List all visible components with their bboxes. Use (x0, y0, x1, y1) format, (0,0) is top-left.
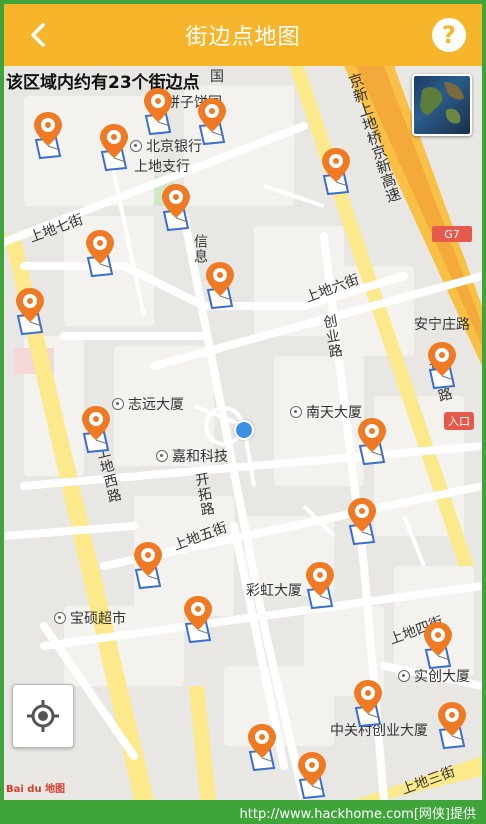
street-point-marker[interactable] (302, 560, 338, 612)
map-pin-icon (86, 230, 114, 278)
help-button[interactable]: ? (432, 18, 466, 52)
street-point-marker[interactable] (350, 678, 386, 730)
company-icon (156, 450, 168, 462)
poi-bank[interactable]: 北京银行 (130, 136, 202, 156)
map-pin-icon (100, 124, 128, 172)
street-point-marker[interactable] (434, 700, 470, 752)
map-pin-icon (354, 680, 382, 728)
street-point-marker[interactable] (30, 110, 66, 162)
street-point-marker[interactable] (12, 286, 48, 338)
street-point-marker[interactable] (96, 122, 132, 174)
poi-zhiyuan[interactable]: 志远大厦 (112, 394, 184, 414)
map-pin-icon (248, 724, 276, 772)
poi-zhiyuan-label: 志远大厦 (128, 397, 184, 413)
poi-bank-branch: 上地支行 (134, 156, 190, 176)
locate-me-button[interactable] (12, 684, 74, 748)
street-point-marker[interactable] (78, 404, 114, 456)
crosshair-icon (27, 700, 59, 732)
street-point-marker[interactable] (344, 496, 380, 548)
poi-caihong[interactable]: 彩虹大厦 (246, 580, 302, 600)
poi-baoshuo[interactable]: 宝硕超市 (54, 608, 126, 628)
g7-badge: G7 (432, 226, 472, 242)
road-label-anning: 安宁庄路 (414, 317, 470, 333)
page-title: 街边点地图 (185, 25, 301, 50)
baidu-map-logo: Bai du 地图 (6, 784, 66, 795)
poi-baoshuo-label: 宝硕超市 (70, 611, 126, 627)
user-location-dot (234, 420, 254, 440)
poi-jiahe[interactable]: 嘉和科技 (156, 446, 228, 466)
street-point-marker[interactable] (202, 260, 238, 312)
street-point-marker[interactable] (294, 750, 330, 800)
street-point-marker[interactable] (420, 620, 456, 672)
poi-nantian[interactable]: 南天大厦 (290, 402, 362, 422)
street-point-marker[interactable] (140, 86, 176, 138)
building-icon (398, 670, 410, 682)
map-pin-icon (438, 702, 466, 750)
poi-top-a-label: 国 (210, 69, 224, 85)
watermark-text: http://www.hackhome.com[网侠]提供 (239, 806, 476, 822)
map-pin-icon (424, 622, 452, 670)
building-icon (290, 406, 302, 418)
satellite-toggle-button[interactable] (412, 74, 472, 136)
map-view[interactable]: 该区域内约有23个街边点 上地七街 上地六街 上地五街 上地四街 上地三街 信息… (4, 66, 482, 800)
map-pin-icon (198, 98, 226, 146)
map-pin-icon (184, 596, 212, 644)
map-pin-icon (358, 418, 386, 466)
map-pin-icon (34, 112, 62, 160)
street-point-marker[interactable] (194, 96, 230, 148)
map-pin-icon (16, 288, 44, 336)
street-point-marker[interactable] (158, 182, 194, 234)
street-point-marker[interactable] (82, 228, 118, 280)
map-pin-icon (134, 542, 162, 590)
map-pin-icon (428, 342, 456, 390)
map-pin-icon (306, 562, 334, 610)
map-pin-icon (144, 88, 172, 136)
poi-bank-branch-label: 上地支行 (134, 159, 190, 175)
poi-jiahe-label: 嘉和科技 (172, 449, 228, 465)
watermark-footer: http://www.hackhome.com[网侠]提供 (0, 800, 486, 824)
app-header: 街边点地图 ? (4, 4, 482, 66)
map-pin-icon (348, 498, 376, 546)
street-point-marker[interactable] (424, 340, 460, 392)
street-point-marker[interactable] (318, 146, 354, 198)
globe-icon (420, 82, 464, 124)
exit-badge: 入口 (444, 412, 474, 430)
street-point-marker[interactable] (130, 540, 166, 592)
shop-icon (54, 612, 66, 624)
poi-top-a: 国 (210, 66, 224, 86)
street-point-marker[interactable] (354, 416, 390, 468)
map-pin-icon (206, 262, 234, 310)
street-point-marker[interactable] (244, 722, 280, 774)
frame-right (482, 0, 486, 800)
street-point-marker[interactable] (180, 594, 216, 646)
poi-caihong-label: 彩虹大厦 (246, 583, 302, 599)
map-pin-icon (322, 148, 350, 196)
map-pin-icon (162, 184, 190, 232)
map-pin-icon (82, 406, 110, 454)
back-button[interactable] (20, 17, 56, 53)
map-pin-icon (298, 752, 326, 800)
chevron-left-icon (31, 23, 45, 47)
